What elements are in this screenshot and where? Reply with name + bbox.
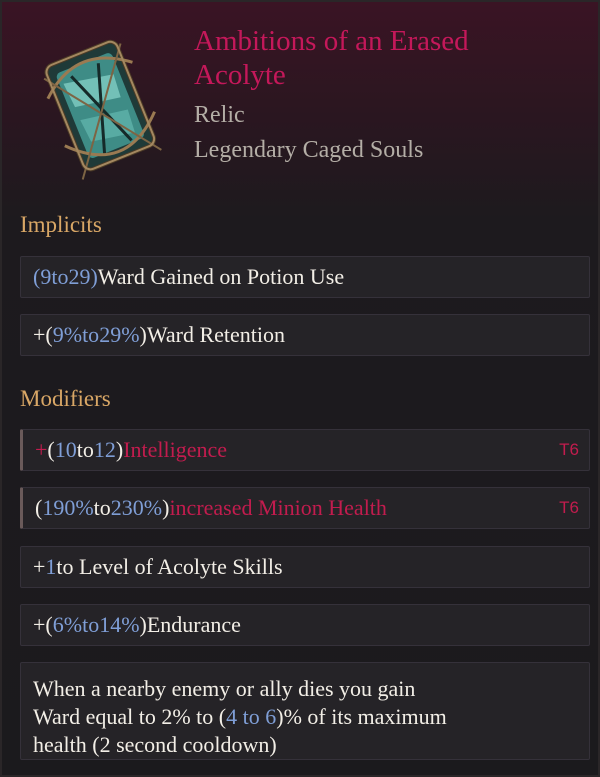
range-to: to: [82, 322, 100, 347]
range-min: 9%: [52, 322, 83, 347]
modifier-row: (190% to 230%) increased Minion Health T…: [20, 487, 590, 529]
modifier-value: 1: [45, 554, 57, 579]
modifier-row: +(10 to 12) Intelligence T6: [20, 429, 590, 471]
paren-open: (: [47, 437, 55, 462]
range-min: 10: [54, 437, 77, 462]
implicit-text: Ward Retention: [146, 322, 285, 347]
paren-close: ): [90, 264, 98, 289]
range-to: to: [51, 264, 69, 289]
modifier-text: Intelligence: [123, 437, 228, 462]
range-to: to: [93, 495, 111, 520]
implicit-row: +(9% to 29%) Ward Retention: [20, 314, 590, 356]
modifier-row: +1 to Level of Acolyte Skills: [20, 546, 590, 588]
plus-sign: +: [33, 612, 46, 637]
paren-open: (: [33, 264, 41, 289]
paren-open: (: [35, 495, 43, 520]
line2-pre: Ward equal to 2% to (: [33, 704, 227, 729]
paren-close: ): [139, 322, 147, 347]
range-max: 12: [93, 437, 116, 462]
plus-sign: +: [33, 554, 46, 579]
range-to: to: [237, 704, 266, 729]
range-max: 230%: [110, 495, 163, 520]
range-max: 29: [68, 264, 91, 289]
paren-close: ): [139, 612, 147, 637]
range-min: 4: [226, 704, 238, 729]
modifier-text: Endurance: [146, 612, 241, 637]
range-min: 6%: [52, 612, 83, 637]
tier-badge: T6: [559, 498, 579, 517]
paren-open: (: [45, 612, 53, 637]
modifier-text: to Level of Acolyte Skills: [56, 554, 283, 579]
unique-mod-line2: Ward equal to 2% to (4 to 6)% of its max…: [33, 703, 447, 731]
unique-modifier: When a nearby enemy or ally dies you gai…: [20, 662, 590, 760]
unique-mod-line3: health (2 second cooldown): [33, 732, 277, 757]
unique-mod-line1: When a nearby enemy or ally dies you gai…: [33, 676, 416, 701]
paren-open: +(: [33, 322, 53, 347]
item-slot: Relic: [194, 102, 245, 128]
implicit-row: (9 to 29) Ward Gained on Potion Use: [20, 256, 590, 298]
range-max: 29%: [99, 322, 140, 347]
paren-close: ): [162, 495, 170, 520]
item-name-line2: Acolyte: [194, 59, 286, 91]
range-min: 190%: [42, 495, 94, 520]
range-min: 9: [40, 264, 52, 289]
item-rarity-type: Legendary Caged Souls: [194, 137, 424, 163]
plus-sign: +: [35, 437, 48, 462]
modifiers-heading: Modifiers: [20, 386, 111, 411]
range-max: 14%: [99, 612, 140, 637]
item-tooltip: Ambitions of an Erased Acolyte Relic Leg…: [0, 0, 600, 777]
caged-souls-relic-icon: [24, 20, 174, 190]
modifier-text: increased Minion Health: [169, 495, 387, 520]
range-to: to: [76, 437, 94, 462]
implicits-heading: Implicits: [20, 212, 102, 237]
item-name-line1: Ambitions of an Erased: [194, 25, 469, 57]
line2-post: )% of its maximum: [276, 704, 447, 729]
modifier-row: +(6% to 14%) Endurance: [20, 604, 590, 646]
range-to: to: [82, 612, 100, 637]
paren-close: ): [115, 437, 124, 462]
item-name: Ambitions of an Erased Acolyte: [194, 24, 574, 92]
tier-badge: T6: [559, 440, 579, 459]
implicit-text: Ward Gained on Potion Use: [97, 264, 345, 289]
range-max: 6: [265, 704, 277, 729]
